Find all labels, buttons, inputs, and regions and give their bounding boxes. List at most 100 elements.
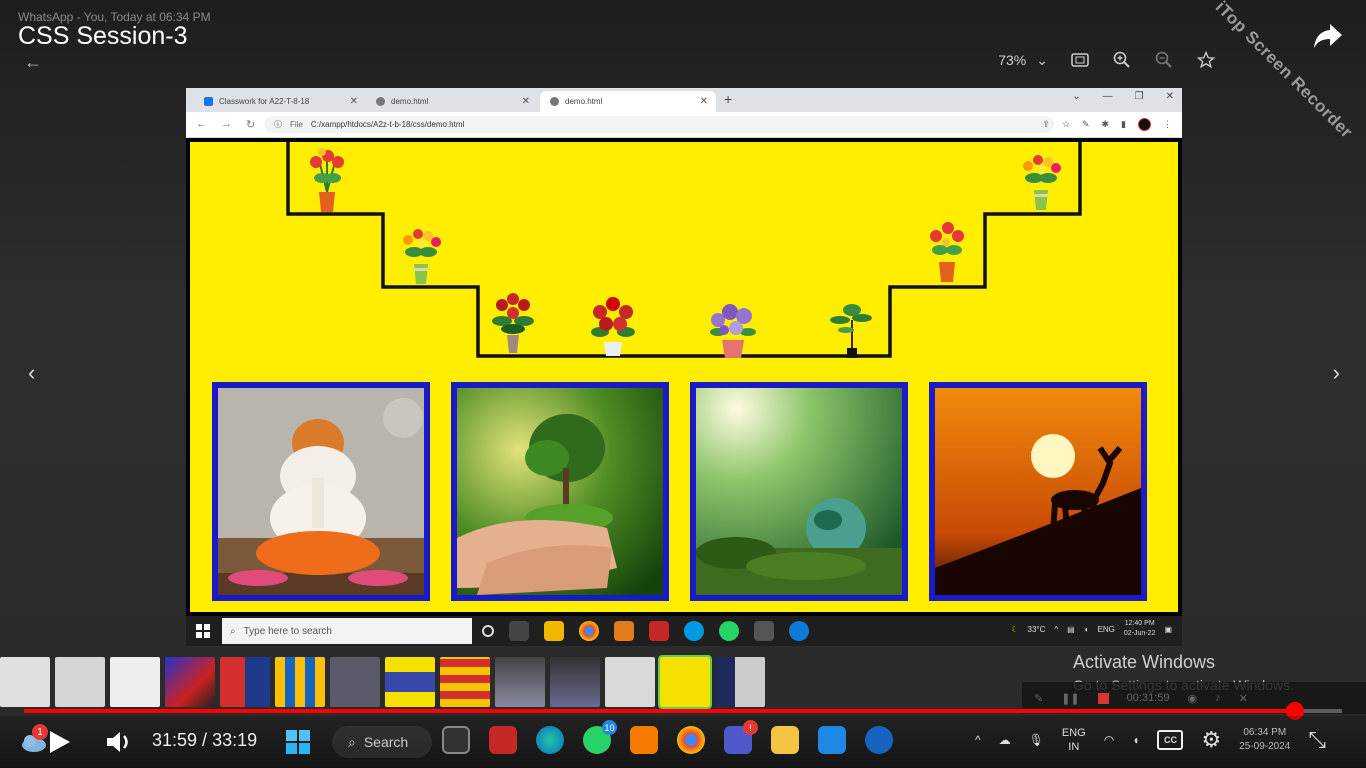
previous-arrow-icon[interactable]: ‹: [28, 360, 35, 386]
screen-recorder-icon[interactable]: [649, 621, 669, 641]
next-arrow-icon[interactable]: ›: [1333, 360, 1340, 386]
windows-logo-icon[interactable]: [286, 730, 310, 754]
edge-icon[interactable]: [536, 726, 564, 754]
close-icon[interactable]: ✕: [1166, 91, 1174, 102]
close-icon[interactable]: ✕: [700, 96, 708, 107]
close-icon[interactable]: ✕: [522, 96, 530, 107]
skype-icon[interactable]: [684, 621, 704, 641]
language-indicator[interactable]: ENG: [1098, 625, 1115, 634]
volume-icon[interactable]: [104, 728, 134, 756]
thumbnail[interactable]: [0, 657, 50, 707]
edge-icon[interactable]: [789, 621, 809, 641]
whatsapp-icon[interactable]: 10: [583, 720, 617, 754]
speaker-icon[interactable]: ◖: [1132, 733, 1139, 747]
thumbnail[interactable]: [275, 657, 325, 707]
extension-icon[interactable]: ✎: [1082, 119, 1090, 130]
thumbnail[interactable]: [55, 657, 105, 707]
taskbar-search-button[interactable]: ⌕ Search: [332, 726, 432, 758]
thumbnail[interactable]: [605, 657, 655, 707]
inner-clock[interactable]: 12:40 PM 02-Jun-22: [1124, 619, 1156, 639]
thumbnail[interactable]: [220, 657, 270, 707]
new-tab-button[interactable]: +: [724, 91, 732, 107]
thumbnail[interactable]: [110, 657, 160, 707]
windows-start-icon[interactable]: [196, 624, 210, 638]
zoom-out-icon[interactable]: [1154, 50, 1174, 70]
thumbnail[interactable]: [495, 657, 545, 707]
task-view-icon[interactable]: [442, 726, 470, 754]
back-icon[interactable]: ←: [196, 118, 207, 131]
captions-button[interactable]: CC: [1157, 730, 1184, 750]
sublime-icon[interactable]: [630, 726, 658, 754]
file-explorer-icon[interactable]: [544, 621, 564, 641]
network-icon[interactable]: ▤: [1067, 625, 1075, 634]
bookmark-star-icon[interactable]: ☆: [1062, 119, 1070, 130]
puzzle-icon[interactable]: ✱: [1102, 119, 1110, 130]
zoom-control[interactable]: 73% ⌄: [998, 52, 1048, 69]
chrome-icon[interactable]: [677, 726, 705, 754]
taskbar-search-input[interactable]: ⌕ Type here to search: [222, 618, 472, 644]
mic-icon[interactable]: 🎙︎: [1029, 733, 1044, 747]
play-icon[interactable]: [44, 728, 74, 756]
close-icon[interactable]: ✕: [1239, 692, 1248, 705]
sublime-icon[interactable]: [614, 621, 634, 641]
minimize-icon[interactable]: —: [1103, 91, 1113, 102]
vscode-icon[interactable]: [818, 726, 846, 754]
forward-icon[interactable]: →: [221, 118, 232, 131]
thumbnail[interactable]: [385, 657, 435, 707]
tray-chevron-icon[interactable]: ^: [975, 733, 981, 747]
share-icon[interactable]: [1310, 18, 1346, 54]
profile-avatar[interactable]: [1138, 118, 1151, 131]
language-indicator[interactable]: ENG IN: [1062, 726, 1086, 754]
thumbnail[interactable]: [550, 657, 600, 707]
video-progress-bar[interactable]: [24, 702, 1342, 720]
task-view-icon[interactable]: [509, 621, 529, 641]
volume-icon[interactable]: ◖: [1084, 625, 1089, 634]
thumbnail[interactable]: [330, 657, 380, 707]
teams-icon[interactable]: !: [724, 720, 758, 754]
tab-demo-active[interactable]: demo.html ✕: [540, 91, 716, 112]
tray-chevron-icon[interactable]: ^: [1054, 625, 1058, 634]
tab-classwork[interactable]: Classwork for A22-T-8-18 ✕: [194, 91, 366, 112]
settings-gear-icon[interactable]: ⚙: [1201, 727, 1221, 753]
side-panel-icon[interactable]: ▮: [1121, 119, 1126, 130]
globe-icon: [550, 97, 559, 106]
camera-icon[interactable]: ◉: [1187, 692, 1197, 705]
chevron-down-icon[interactable]: ⌄: [1072, 91, 1080, 102]
chrome-active-icon[interactable]: [754, 621, 774, 641]
thumbnail[interactable]: [165, 657, 215, 707]
zoom-in-icon[interactable]: [1112, 50, 1132, 70]
pen-icon[interactable]: ✎: [1034, 692, 1043, 705]
share-page-icon[interactable]: ⇪: [1042, 119, 1050, 130]
fit-screen-icon[interactable]: [1070, 50, 1090, 70]
exit-fullscreen-icon[interactable]: ⤡: [1308, 727, 1326, 753]
cloud-icon[interactable]: ☁: [999, 733, 1011, 747]
thumbnail[interactable]: [440, 657, 490, 707]
screen-recorder-icon[interactable]: [489, 726, 517, 754]
star-icon[interactable]: [1196, 50, 1216, 70]
close-icon[interactable]: ✕: [350, 96, 358, 107]
search-icon: ⌕: [230, 625, 236, 637]
back-arrow-icon[interactable]: ←: [24, 52, 42, 73]
mic-icon[interactable]: ♪: [1215, 692, 1221, 704]
pause-icon[interactable]: ❚❚: [1061, 692, 1079, 705]
menu-icon[interactable]: ⋮: [1163, 119, 1172, 130]
system-clock[interactable]: 06:34 PM 25-09-2024: [1239, 726, 1290, 754]
headphones-icon[interactable]: [865, 726, 893, 754]
thumbnail[interactable]: [715, 657, 765, 707]
stop-record-icon[interactable]: [1097, 692, 1109, 704]
pinned-apps: [482, 621, 809, 641]
thumbnail-current[interactable]: [658, 655, 712, 709]
file-explorer-icon[interactable]: [771, 726, 799, 754]
whatsapp-icon[interactable]: [719, 621, 739, 641]
clock-date: 25-09-2024: [1239, 741, 1291, 752]
tree-in-hands-image: [451, 382, 669, 601]
chevron-down-icon[interactable]: ⌄: [1036, 52, 1048, 69]
wifi-icon[interactable]: ◠: [1104, 733, 1114, 747]
url-field[interactable]: ⓘ File C:/xampp/htdocs/A2z-t-b-18/css/de…: [264, 116, 1054, 133]
notification-icon[interactable]: ▣: [1164, 625, 1172, 634]
reload-icon[interactable]: ↻: [246, 118, 255, 131]
tab-demo-1[interactable]: demo.html ✕: [366, 91, 538, 112]
cortana-icon[interactable]: [482, 625, 494, 637]
restore-icon[interactable]: ❐: [1135, 91, 1144, 102]
chrome-icon[interactable]: [579, 621, 599, 641]
